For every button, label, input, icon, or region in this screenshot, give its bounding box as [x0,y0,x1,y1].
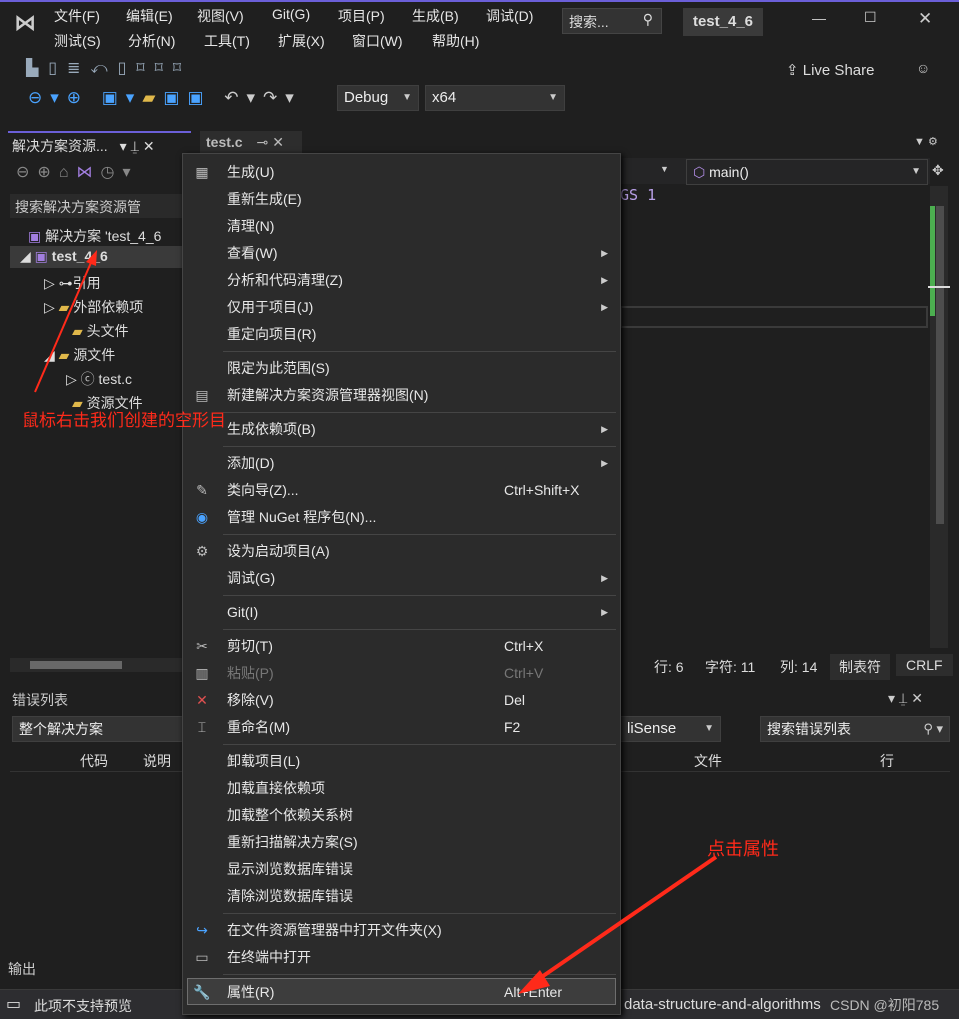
arrow-to-properties [528,855,718,987]
arrow-head-project [86,250,97,266]
annotation-arrows [34,250,718,994]
annotation-right-click: 鼠标右击我们创建的空形目 [22,411,226,430]
arrow-to-project [34,257,94,393]
annotation-click-properties: 点击属性 [707,839,779,859]
